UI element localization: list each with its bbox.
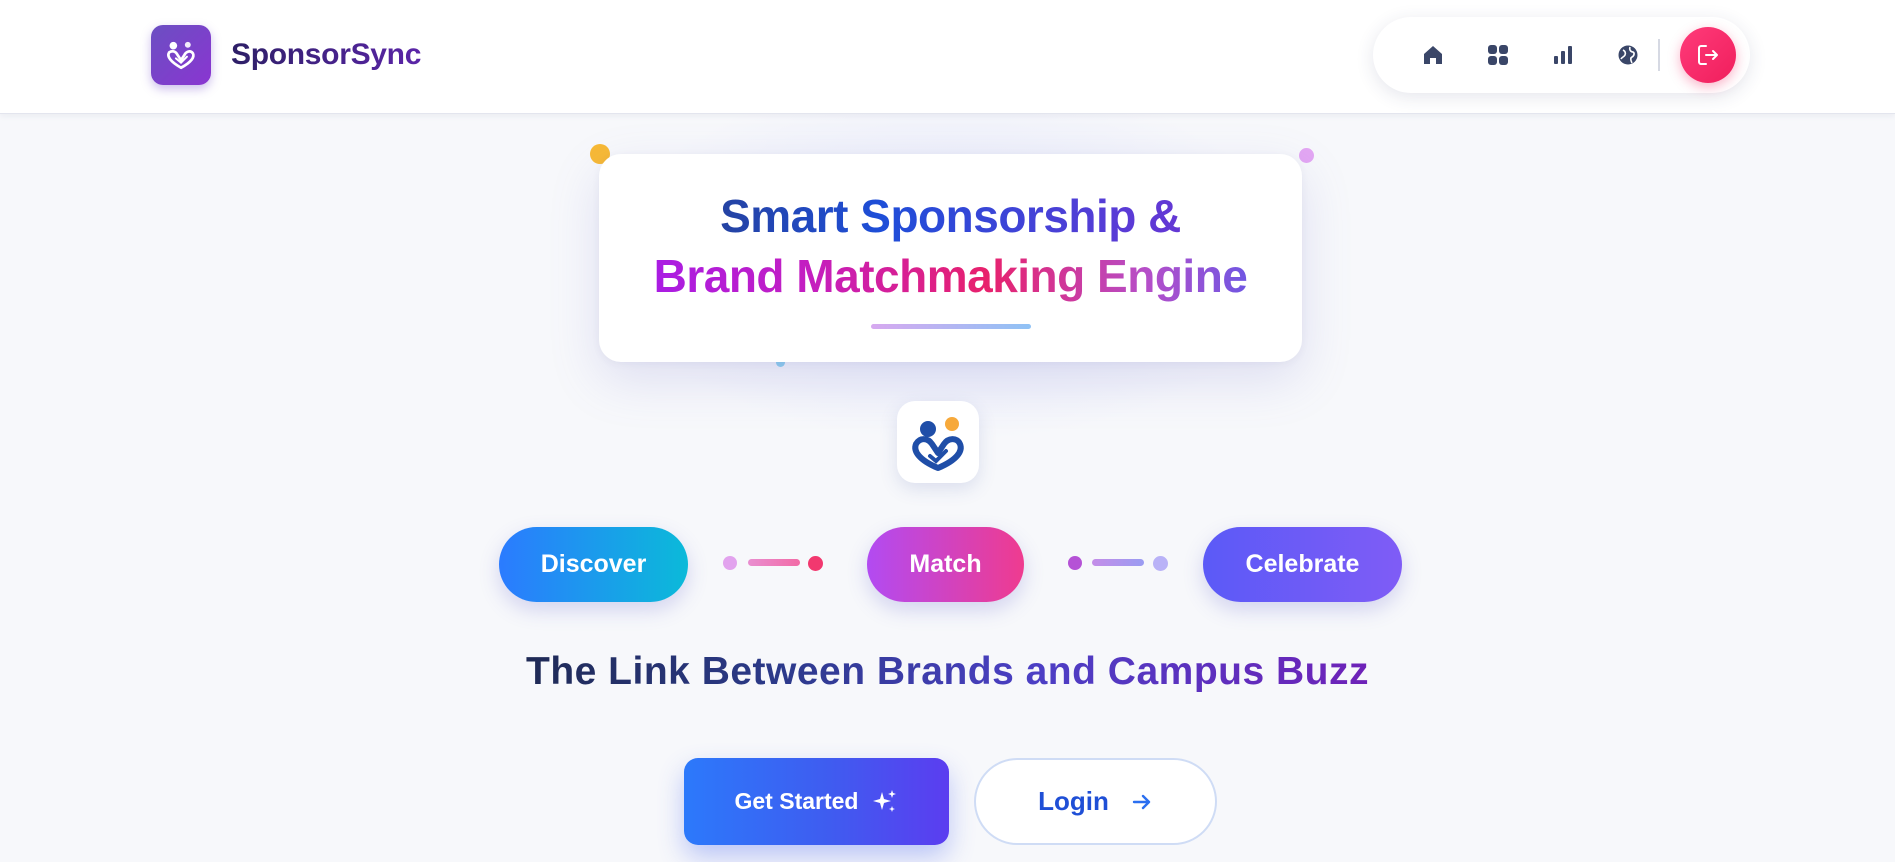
celebrate-label: Celebrate <box>1245 550 1360 578</box>
connector-bar <box>748 559 800 566</box>
match-pill[interactable]: Match <box>867 527 1024 602</box>
logout-icon <box>1698 45 1718 65</box>
grid-icon <box>1488 45 1508 65</box>
connector-dot <box>808 556 823 571</box>
get-started-label: Get Started <box>734 788 859 814</box>
brand[interactable]: SponsorSync <box>151 25 421 85</box>
nav-dashboard-button[interactable] <box>1480 37 1516 73</box>
nav-globe-button[interactable] <box>1610 37 1646 73</box>
top-header: SponsorSync <box>0 0 1895 114</box>
globe-icon <box>1618 45 1638 65</box>
hero-underline <box>871 324 1031 329</box>
nav-home-button[interactable] <box>1415 37 1451 73</box>
nav-analytics-button[interactable] <box>1545 37 1581 73</box>
discover-label: Discover <box>540 550 647 578</box>
get-started-button[interactable]: Get Started <box>684 758 949 845</box>
hero-card: Smart Sponsorship & Brand Matchmaking En… <box>599 154 1302 362</box>
tagline-text: The Link Between Brands and Campus Buzz <box>526 650 1369 693</box>
tagline: The Link Between Brands and Campus Buzz <box>0 648 1895 696</box>
brand-logo-icon <box>151 25 211 85</box>
brand-name: SponsorSync <box>231 38 422 71</box>
arrow-right-icon <box>1132 794 1151 809</box>
hero-title-line2: Brand Matchmaking Engine <box>599 248 1302 304</box>
connector-dot <box>1068 556 1082 570</box>
discover-pill[interactable]: Discover <box>499 527 688 602</box>
connector-dot <box>723 556 737 570</box>
hero-title-line1: Smart Sponsorship & <box>599 188 1302 244</box>
login-button[interactable]: Login <box>974 758 1217 845</box>
connector-dot <box>1153 556 1168 571</box>
logout-button[interactable] <box>1680 27 1736 83</box>
match-label: Match <box>909 550 982 578</box>
nav-divider <box>1658 39 1660 71</box>
nav-bar <box>1373 17 1750 93</box>
bar-chart-icon <box>1554 46 1572 64</box>
center-logo <box>897 401 979 483</box>
decorative-dot <box>1299 148 1314 163</box>
handshake-heart-icon <box>912 417 964 471</box>
home-icon <box>1424 46 1442 64</box>
login-label: Login <box>1038 786 1109 816</box>
celebrate-pill[interactable]: Celebrate <box>1203 527 1402 602</box>
sparkles-icon <box>873 789 897 812</box>
connector-bar <box>1092 559 1144 566</box>
